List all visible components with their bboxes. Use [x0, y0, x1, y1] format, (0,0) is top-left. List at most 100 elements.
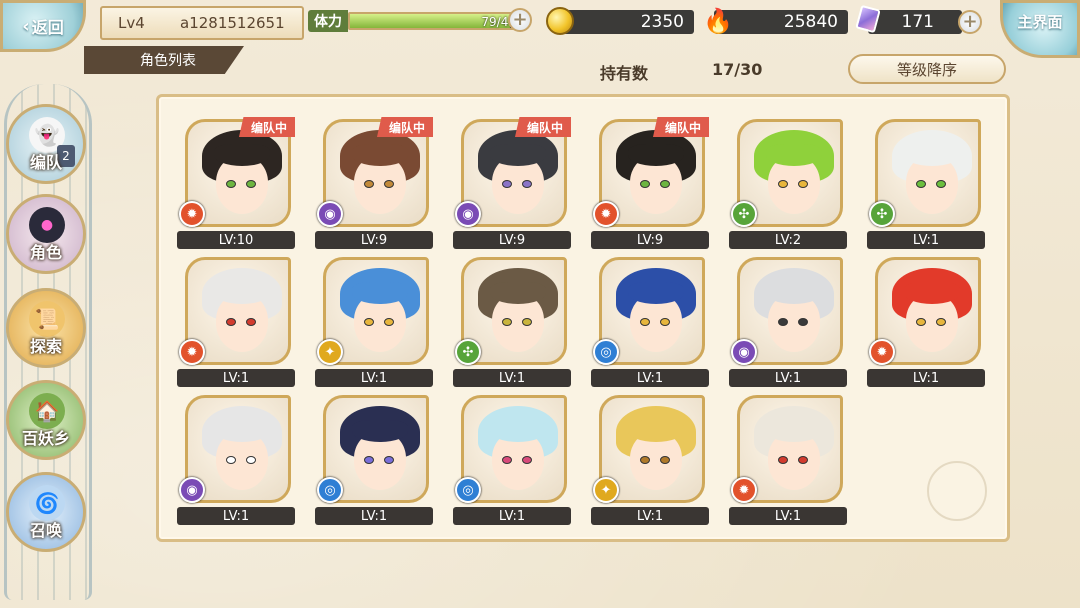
element-dark-icon: ◉ [179, 477, 205, 503]
element-fire-icon: ✹ [179, 339, 205, 365]
character-card[interactable]: ✹ 编队中 LV:10 [177, 115, 295, 249]
character-bangs [628, 420, 684, 442]
gem-value: 171 [901, 12, 934, 32]
character-card[interactable]: ◎ LV:1 [591, 253, 709, 387]
main-menu-label: 主界面 [1017, 13, 1063, 31]
nav-item-characters[interactable]: ● 角色 [6, 194, 86, 274]
gem-counter: 171 [855, 4, 962, 34]
soul-fire-counter: 🔥 25840 [703, 7, 848, 35]
character-eye [640, 456, 650, 464]
character-card[interactable]: ◉ 编队中 LV:9 [315, 115, 433, 249]
character-eye [778, 318, 788, 326]
character-card[interactable]: ◉ LV:1 [177, 391, 295, 525]
character-bangs [490, 420, 546, 442]
character-eye [640, 318, 650, 326]
element-water-icon: ◎ [455, 477, 481, 503]
character-level: LV:2 [729, 231, 847, 249]
character-eye [798, 318, 808, 326]
character-bangs [214, 282, 270, 304]
character-bangs [766, 144, 822, 166]
element-wind-icon: ✣ [869, 201, 895, 227]
player-level: Lv4 [118, 14, 145, 32]
character-eye [798, 180, 808, 188]
character-level: LV:1 [453, 369, 571, 387]
character-level: LV:1 [729, 507, 847, 525]
character-portrait-icon: ● [29, 207, 65, 243]
character-card[interactable]: ✹ LV:1 [177, 253, 295, 387]
character-eye [384, 318, 394, 326]
element-fire-icon: ✹ [179, 201, 205, 227]
character-eye [226, 318, 236, 326]
character-bangs [352, 282, 408, 304]
coin-value: 2350 [640, 12, 684, 32]
character-card[interactable]: ◎ LV:1 [453, 391, 571, 525]
character-grid-panel: ✹ 编队中 LV:10 ◉ 编队中 LV:9 ◉ 编队中 LV:9 ✹ 编队中 LV:9 ✣ LV:2 ✣ L… [156, 94, 1010, 542]
character-eye [502, 180, 512, 188]
element-wind-icon: ✣ [455, 339, 481, 365]
character-card[interactable]: ✹ LV:1 [729, 391, 847, 525]
character-eye [384, 456, 394, 464]
player-id: a1281512651 [180, 14, 285, 32]
character-card[interactable]: ✣ LV:1 [867, 115, 985, 249]
nav-item-summon[interactable]: 🌀 召唤 [6, 472, 86, 552]
character-eye [384, 180, 394, 188]
element-dark-icon: ◉ [317, 201, 343, 227]
character-eye [916, 180, 926, 188]
character-eye [226, 456, 236, 464]
character-eye [640, 180, 650, 188]
character-bangs [904, 282, 960, 304]
in-team-tag: 编队中 [238, 117, 295, 137]
character-eye [660, 456, 670, 464]
character-eye [660, 180, 670, 188]
character-level: LV:1 [729, 369, 847, 387]
nav-item-village[interactable]: 🏠 百妖乡 [6, 380, 86, 460]
character-card[interactable]: ✹ 编队中 LV:9 [591, 115, 709, 249]
back-label: 返回 [31, 18, 64, 37]
nav-label: 百妖乡 [21, 429, 70, 448]
character-eye [660, 318, 670, 326]
element-light-icon: ✦ [593, 477, 619, 503]
character-bangs [628, 282, 684, 304]
gem-icon [855, 4, 881, 34]
character-eye [522, 180, 532, 188]
character-card[interactable]: ✣ LV:2 [729, 115, 847, 249]
character-card[interactable]: ✦ LV:1 [591, 391, 709, 525]
page-title: 角色列表 [84, 46, 244, 74]
add-stamina-button[interactable]: + [508, 8, 532, 32]
character-bangs [352, 144, 408, 166]
character-eye [364, 318, 374, 326]
character-level: LV:1 [177, 507, 295, 525]
character-level: LV:1 [315, 369, 433, 387]
character-eye [522, 318, 532, 326]
character-card[interactable]: ✹ LV:1 [867, 253, 985, 387]
stamina-bar: 79/43 [348, 12, 524, 30]
character-card[interactable]: ✣ LV:1 [453, 253, 571, 387]
character-level: LV:9 [453, 231, 571, 249]
nav-item-explore[interactable]: 📜 探索 [6, 288, 86, 368]
nav-label: 探索 [29, 337, 62, 356]
element-water-icon: ◎ [593, 339, 619, 365]
owned-count: 17/30 [712, 60, 763, 79]
coin-icon [546, 7, 574, 35]
character-level: LV:1 [177, 369, 295, 387]
character-card[interactable]: ◉ 编队中 LV:9 [453, 115, 571, 249]
character-card[interactable]: ✦ LV:1 [315, 253, 433, 387]
character-card[interactable]: ◎ LV:1 [315, 391, 433, 525]
character-level: LV:1 [591, 507, 709, 525]
character-bangs [766, 282, 822, 304]
in-team-tag: 编队中 [652, 117, 709, 137]
sort-button[interactable]: 等级降序 [848, 54, 1006, 84]
character-eye [798, 456, 808, 464]
character-level: LV:1 [453, 507, 571, 525]
back-arrow-icon: ‹ [22, 15, 30, 37]
character-eye [364, 456, 374, 464]
character-level: LV:1 [591, 369, 709, 387]
nav-item-team[interactable]: 👻 2 编队 [6, 104, 86, 184]
coin-counter: 2350 [546, 7, 694, 35]
add-gems-button[interactable]: + [958, 10, 982, 34]
character-bangs [766, 420, 822, 442]
character-eye [364, 180, 374, 188]
character-eye [246, 180, 256, 188]
character-card[interactable]: ◉ LV:1 [729, 253, 847, 387]
character-bangs [214, 144, 270, 166]
